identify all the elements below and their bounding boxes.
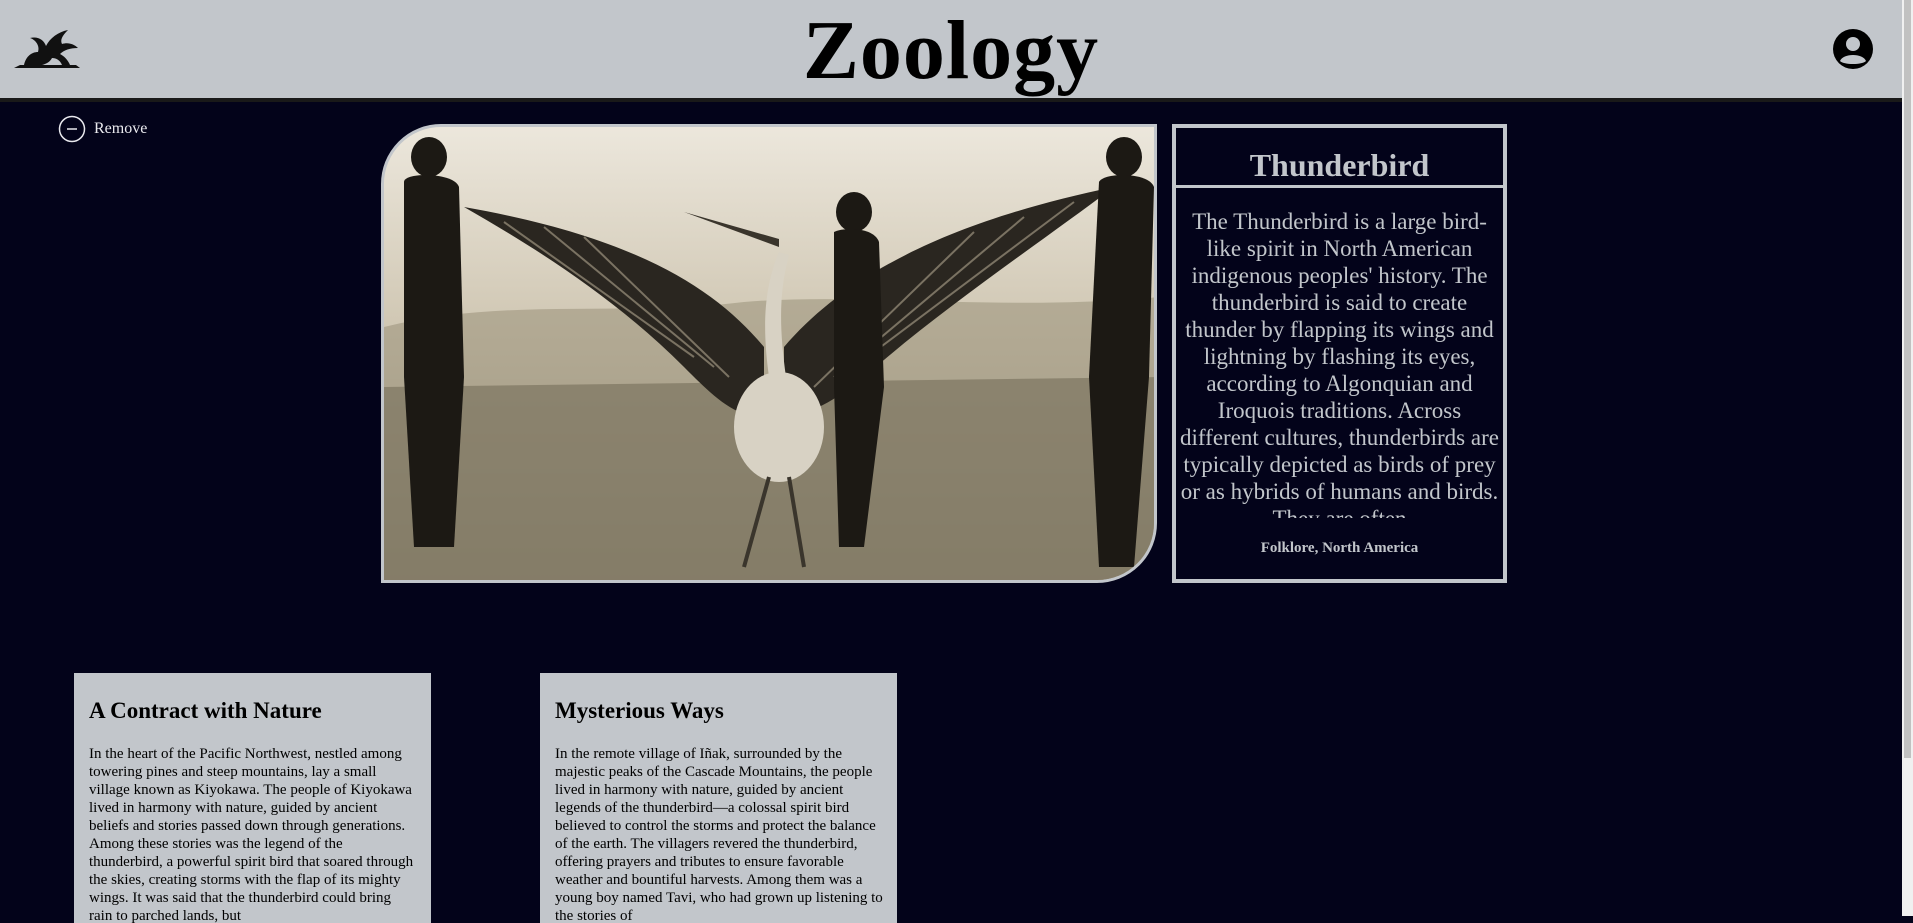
thunderbird-photo-image [384,127,1154,580]
thunderbird-info-card: Thunderbird The Thunderbird is a large b… [1172,124,1507,583]
scrollbar-thumb[interactable] [1904,0,1911,758]
story-card[interactable]: Mysterious Ways In the remote village of… [540,673,897,923]
card-description: The Thunderbird is a large bird-like spi… [1180,209,1499,518]
site-header: Zoology [0,0,1902,102]
card-title: Thunderbird [1176,128,1503,188]
story-body: In the remote village of Iñak, surrounde… [555,746,883,923]
remove-button[interactable]: Remove [58,114,147,144]
minus-circle-icon [58,115,86,143]
feature-photo [381,124,1157,583]
site-title: Zoology [802,4,1100,97]
story-title: Mysterious Ways [555,698,724,723]
user-account-icon[interactable] [1832,28,1874,70]
story-body: In the heart of the Pacific Northwest, n… [89,746,414,923]
story-title: A Contract with Nature [89,698,322,723]
card-tag: Folklore, North America [1260,540,1419,556]
remove-label: Remove [94,120,148,137]
story-card[interactable]: A Contract with Nature In the heart of t… [74,673,431,923]
